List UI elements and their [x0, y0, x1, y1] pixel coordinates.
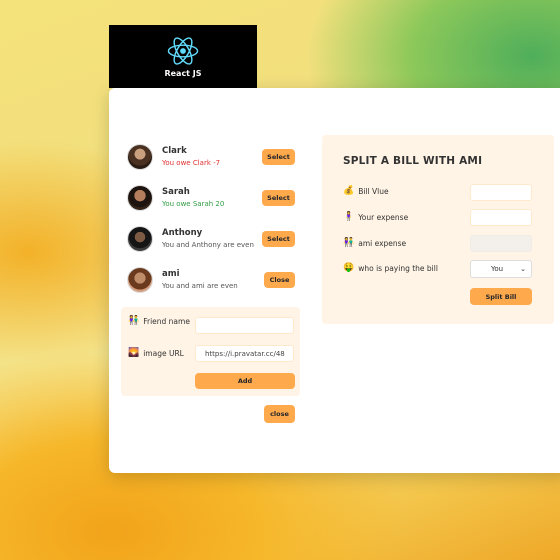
image-url-label: image URL: [143, 349, 184, 358]
chevron-down-icon: ⌄: [520, 265, 526, 273]
split-bill-button[interactable]: Split Bill: [470, 288, 532, 305]
friend-item-sarah: Sarah You owe Sarah 20 Select: [127, 177, 299, 218]
your-expense-label: Your expense: [358, 212, 409, 222]
friend-expense-row: 👫 ami expense: [343, 238, 406, 248]
payer-select[interactable]: You ⌄: [470, 260, 532, 278]
friend-balance: You owe Clark -7: [162, 159, 221, 167]
app-card: Clark You owe Clark -7 Select Sarah You …: [109, 88, 560, 473]
friend-name: Sarah: [162, 187, 190, 197]
people-icon: 👫: [128, 316, 140, 326]
your-expense-input[interactable]: [470, 209, 532, 226]
image-url-input[interactable]: https://i.pravatar.cc/48: [195, 345, 294, 362]
friend-item-clark: Clark You owe Clark -7 Select: [127, 136, 299, 177]
money-face-icon: 🤑: [343, 263, 355, 273]
person-icon: 🧍‍♀️: [343, 212, 355, 222]
friend-expense-label: ami expense: [358, 238, 407, 248]
react-atom-icon: [167, 37, 199, 65]
payer-row: 🤑 who is paying the bill: [343, 263, 438, 273]
close-selection-button[interactable]: Close: [264, 271, 295, 288]
add-button[interactable]: Add: [195, 373, 295, 389]
image-url-row: 🌄 image URL: [128, 348, 184, 359]
avatar: [127, 184, 153, 211]
split-title: SPLIT A BILL WITH AMI: [343, 155, 483, 167]
friend-item-ami: ami You and ami are even Close: [127, 259, 299, 300]
payer-label: who is paying the bill: [358, 263, 438, 273]
select-button[interactable]: Select: [262, 230, 295, 247]
friend-balance: You and Anthony are even: [162, 241, 254, 249]
friend-name: ami: [162, 269, 180, 279]
payer-select-value: You: [491, 265, 504, 273]
bill-value-input[interactable]: [470, 184, 532, 201]
image-icon: 🌄: [128, 348, 140, 358]
friend-name: Clark: [162, 146, 187, 156]
friend-balance: You owe Sarah 20: [162, 200, 225, 208]
your-expense-row: 🧍‍♀️ Your expense: [343, 212, 408, 222]
money-bag-icon: 💰: [343, 186, 355, 196]
friend-expense-input: [470, 235, 532, 252]
bill-value-label: Bill Vlue: [358, 186, 389, 196]
react-logo: React JS: [109, 25, 257, 88]
select-button[interactable]: Select: [262, 189, 295, 206]
friend-balance: You and ami are even: [162, 282, 238, 290]
people-icon: 👫: [343, 238, 355, 248]
logo-text: React JS: [164, 69, 202, 78]
friend-item-anthony: Anthony You and Anthony are even Select: [127, 218, 299, 259]
add-friend-form: 👫 Friend name 🌄 image URL https://i.prav…: [121, 307, 300, 396]
friend-name-input[interactable]: [195, 317, 294, 334]
friend-name-label: Friend name: [143, 317, 190, 326]
select-button[interactable]: Select: [262, 148, 295, 165]
friend-name-row: 👫 Friend name: [128, 316, 193, 327]
friend-name: Anthony: [162, 228, 203, 238]
friends-list: Clark You owe Clark -7 Select Sarah You …: [127, 136, 299, 300]
avatar: [127, 143, 153, 170]
avatar: [127, 266, 153, 293]
split-bill-form: SPLIT A BILL WITH AMI 💰 Bill Vlue 🧍‍♀️ Y…: [322, 135, 554, 324]
bill-value-row: 💰 Bill Vlue: [343, 186, 389, 196]
close-form-button[interactable]: close: [264, 405, 295, 423]
avatar: [127, 225, 153, 252]
